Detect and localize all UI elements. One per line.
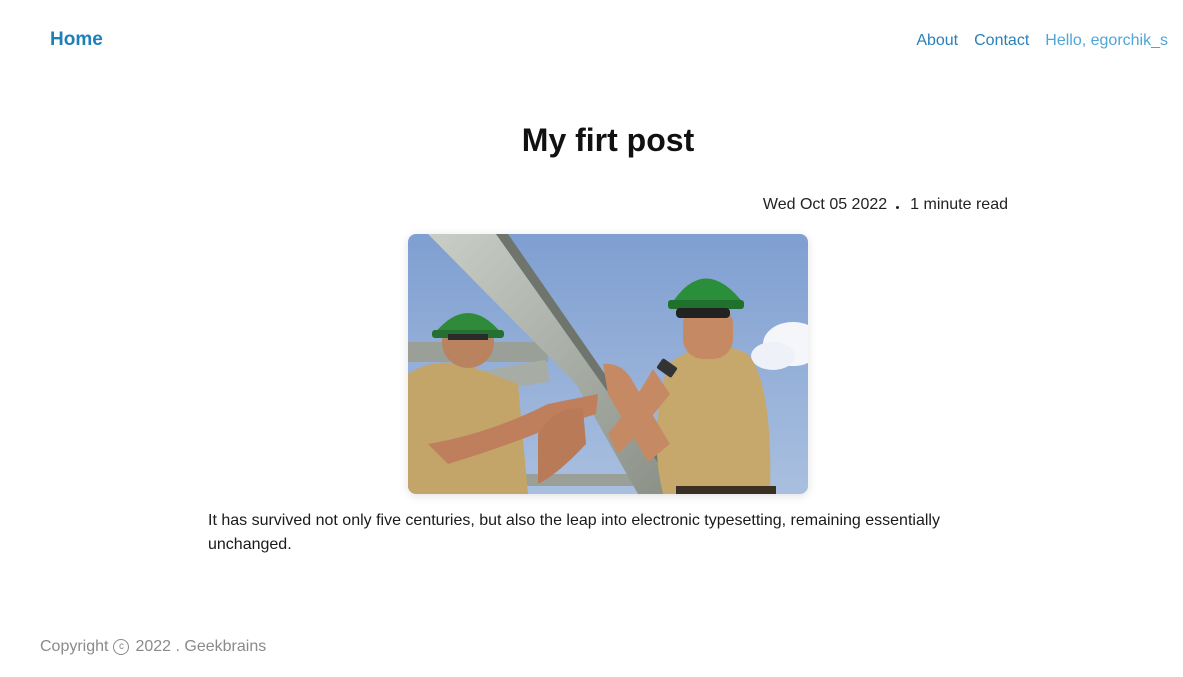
copyright-label: Copyright bbox=[40, 638, 109, 655]
site-header: Home About Contact Hello, egorchik_s bbox=[0, 0, 1183, 82]
post-meta: Wed Oct 05 2022 1 minute read bbox=[763, 196, 1008, 214]
home-link[interactable]: Home bbox=[50, 29, 103, 51]
post-image bbox=[408, 234, 808, 494]
nav-about-link[interactable]: About bbox=[916, 32, 958, 50]
site-footer: Copyright c 2022 . Geekbrains bbox=[40, 638, 266, 656]
post-title: My firt post bbox=[521, 122, 695, 158]
post-read-time: 1 minute read bbox=[910, 196, 1008, 213]
nav-contact-link[interactable]: Contact bbox=[974, 32, 1029, 50]
copyright-icon: c bbox=[113, 639, 130, 655]
workers-photo-illustration bbox=[408, 234, 808, 494]
meta-separator-dot bbox=[896, 205, 900, 209]
user-greeting-link[interactable]: Hello, egorchik_s bbox=[1045, 32, 1168, 50]
post-date: Wed Oct 05 2022 bbox=[762, 196, 888, 213]
copyright-year-owner: 2022 . Geekbrains bbox=[135, 638, 267, 655]
post-body-text: It has survived not only five centuries,… bbox=[208, 512, 940, 553]
page: Home About Contact Hello, egorchik_s My … bbox=[0, 0, 1183, 677]
main-nav: About Contact Hello, egorchik_s bbox=[916, 32, 1168, 50]
